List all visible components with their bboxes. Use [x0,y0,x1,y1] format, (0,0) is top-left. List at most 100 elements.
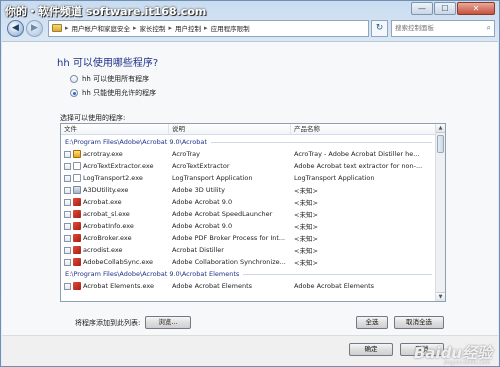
file-cell: LogTransport2.exe [61,174,169,182]
breadcrumb-separator: ▸ [65,24,69,32]
deselect-all-button[interactable]: 取消全选 [394,316,444,329]
program-checkbox[interactable] [64,258,71,266]
maximize-button[interactable]: ☐ [434,2,456,15]
breadcrumb-user-accounts[interactable]: 用户帐户和家庭安全 [72,23,131,33]
breadcrumb-separator: ▸ [204,24,208,32]
radio-all-programs[interactable] [70,75,78,83]
product-cell: <未知> [294,235,318,243]
column-product[interactable]: 产品名称 [291,124,436,134]
description-cell: AcroTextExtractor [172,162,230,170]
group-divider [243,273,432,275]
program-icon [73,282,81,290]
search-box: ⌕ [391,19,495,37]
refresh-button[interactable]: ↻ [371,19,388,37]
program-checkbox[interactable] [64,234,71,242]
search-icon[interactable]: ⌕ [487,23,491,33]
watermark-top: 你的・软件频道 software.it168.com [5,5,207,18]
scroll-up-arrow[interactable]: ▲ [436,124,445,133]
option-all-programs[interactable]: hh 可以使用所有程序 [70,74,149,84]
product-cell: Adobe Acrobat Elements [294,282,375,290]
product-cell: AcroTray - Adobe Acrobat Distiller he... [294,150,420,158]
program-checkbox[interactable] [64,186,71,194]
radio-allowed-programs[interactable] [70,89,78,97]
file-name: Acrobat.exe [83,198,122,206]
main-content: hh 可以使用哪些程序? hh 可以使用所有程序 hh 只能使用允许的程序 选择… [2,41,498,335]
program-icon [73,150,81,158]
option-allowed-programs[interactable]: hh 只能使用允许的程序 [70,88,156,98]
option-label: hh 只能使用允许的程序 [82,89,157,97]
list-item[interactable]: LogTransport2.exe LogTransport Applicatio… [61,172,436,184]
program-icon [73,246,81,254]
list-item[interactable]: A3DUtility.exe Adobe 3D Utility <未知> [61,184,436,196]
group-header[interactable]: E:\Program Files\Adobe\Acrobat 9.0\Acrob… [61,136,436,148]
program-checkbox[interactable] [64,222,71,230]
product-cell: <未知> [294,211,318,219]
breadcrumb-parental-controls[interactable]: 家长控制 [140,23,166,33]
forward-button[interactable]: ▶ [26,19,43,37]
search-input[interactable] [395,24,483,32]
scroll-thumb[interactable] [437,135,444,153]
add-program-label: 将程序添加到此列表: [75,319,141,327]
browse-button[interactable]: 浏览... [145,316,191,329]
list-item[interactable]: acrodist.exe Acrobat Distiller <未知> [61,244,436,256]
file-cell: acrobat_sl.exe [61,210,169,218]
program-checkbox[interactable] [64,246,71,254]
list-item[interactable]: acrotray.exe AcroTray AcroTray - Adobe Acr… [61,148,436,160]
close-button[interactable]: ✕ [457,2,495,15]
program-icon [73,258,81,266]
file-cell: acrotray.exe [61,150,169,158]
program-icon [73,198,81,206]
option-label: hh 可以使用所有程序 [82,75,150,83]
description-cell: LogTransport Application [172,174,253,182]
program-checkbox[interactable] [64,198,71,206]
program-checkbox[interactable] [64,210,71,218]
group-path: E:\Program Files\Adobe\Acrobat 9.0\Acrob… [65,270,240,278]
product-cell: <未知> [294,187,318,195]
product-cell: <未知> [294,247,318,255]
group-path: E:\Program Files\Adobe\Acrobat 9.0\Acrob… [65,138,207,146]
group-header[interactable]: E:\Program Files\Adobe\Acrobat 9.0\Acrob… [61,268,436,280]
breadcrumb-app-restrictions[interactable]: 应用程序限制 [211,23,250,33]
navigation-bar: ◀ ▶ ▸ 用户帐户和家庭安全 ▸ 家长控制 ▸ 用户控制 ▸ 应用程序限制 ↻… [7,18,495,38]
scroll-down-arrow[interactable]: ▼ [436,292,445,301]
address-bar[interactable]: ▸ 用户帐户和家庭安全 ▸ 家长控制 ▸ 用户控制 ▸ 应用程序限制 [48,19,369,37]
list-item[interactable]: AcroTextExtractor.exe AcroTextExtractor Ad… [61,160,436,172]
program-list: 文件 说明 产品名称 E:\Program Files\Adobe\Acroba… [60,123,446,302]
file-name: AcroTextExtractor.exe [83,162,154,170]
file-name: acrotray.exe [83,150,123,158]
program-icon [73,234,81,242]
minimize-button[interactable]: — [411,2,433,15]
file-cell: A3DUtility.exe [61,186,169,194]
list-item[interactable]: AcrobatInfo.exe Adobe Acrobat 9.0 <未知> [61,220,436,232]
list-item[interactable]: AdobeCollabSync.exe Adobe Collaboration S… [61,256,436,268]
dialog-footer: 确定 取消 Baidu经验 jingyan.baidu.com [2,335,498,366]
group-divider [210,141,432,143]
list-item[interactable]: AcroBroker.exe Adobe PDF Broker Process f… [61,232,436,244]
ok-button[interactable]: 确定 [349,343,393,356]
list-item[interactable]: Acrobat Elements.exe Adobe Acrobat Elemen… [61,280,436,292]
program-icon [73,162,81,170]
breadcrumb-separator: ▸ [168,24,173,32]
column-file[interactable]: 文件 [61,124,169,134]
description-cell: Adobe Collaboration Synchronize... [172,258,286,266]
description-cell: Adobe Acrobat 9.0 [172,198,233,206]
parental-controls-window: 你的・软件频道 software.it168.com — ☐ ✕ ◀ ▶ ▸ 用… [0,0,500,367]
program-checkbox[interactable] [64,282,71,290]
column-description[interactable]: 说明 [169,124,291,134]
description-cell: Adobe Acrobat Elements [172,282,253,290]
breadcrumb-user-controls[interactable]: 用户控制 [175,23,201,33]
program-icon [73,186,81,194]
program-checkbox[interactable] [64,162,71,170]
list-item[interactable]: Acrobat.exe Adobe Acrobat 9.0 <未知> [61,196,436,208]
watermark-bottom-url: jingyan.baidu.com [443,360,490,366]
program-icon [73,222,81,230]
back-button[interactable]: ◀ [7,19,24,37]
file-name: acrodist.exe [83,246,123,254]
list-body: E:\Program Files\Adobe\Acrobat 9.0\Acrob… [61,136,436,292]
program-checkbox[interactable] [64,174,71,182]
list-scrollbar[interactable]: ▲ ▼ [435,124,445,301]
page-title: hh 可以使用哪些程序? [57,58,159,69]
program-checkbox[interactable] [64,150,71,158]
list-item[interactable]: acrobat_sl.exe Adobe Acrobat SpeedLaunche… [61,208,436,220]
select-all-button[interactable]: 全选 [356,316,388,329]
